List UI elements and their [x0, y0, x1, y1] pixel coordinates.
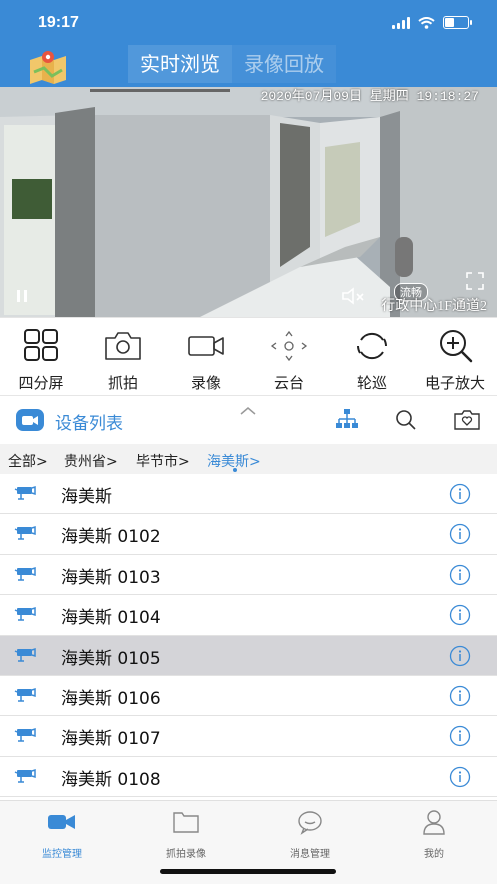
breadcrumb-city[interactable]: 毕节市> — [136, 451, 190, 471]
folder-icon — [173, 812, 199, 833]
info-icon[interactable] — [449, 604, 471, 626]
device-name: 海美斯 0108 — [61, 769, 161, 790]
info-icon[interactable] — [449, 564, 471, 586]
mute-icon[interactable] — [341, 287, 367, 305]
tab-live-view[interactable]: 实时浏览 — [128, 45, 232, 83]
osd-datetime: 2020年07月09日 星期四 19:18:27 — [260, 89, 479, 104]
info-icon[interactable] — [449, 483, 471, 505]
device-list-header: 设备列表 — [0, 395, 497, 444]
tab-profile[interactable]: 我的 — [372, 809, 496, 860]
cellular-signal-icon — [392, 16, 410, 29]
view-mode-segment: 实时浏览 录像回放 — [128, 45, 336, 83]
camera-device-icon — [14, 485, 36, 500]
camera-video-icon — [16, 409, 44, 431]
app-header: 19:17 实时浏览 录像回放 — [0, 0, 497, 87]
user-icon — [423, 810, 445, 835]
camera-device-icon — [14, 687, 36, 702]
wifi-icon — [418, 16, 435, 29]
tab-label: 我的 — [424, 849, 444, 860]
status-icons — [392, 16, 472, 29]
device-list: 海美斯 海美斯 0102 海美斯 0103 海美斯 0104 海美斯 0105 … — [0, 474, 497, 800]
battery-icon — [443, 16, 472, 29]
info-icon[interactable] — [449, 523, 471, 545]
zoom-in-icon — [440, 330, 473, 363]
device-list-title: 设备列表 — [55, 414, 123, 434]
live-video-view[interactable]: 2020年07月09日 星期四 19:18:27 流畅 行政中心1F通道2 — [0, 87, 497, 317]
device-name: 海美斯 0106 — [61, 688, 161, 709]
cycle-icon — [357, 333, 387, 359]
breadcrumb-province[interactable]: 贵州省> — [64, 451, 118, 471]
status-bar: 19:17 — [0, 0, 497, 44]
home-indicator — [160, 869, 336, 874]
tab-label: 监控管理 — [42, 849, 82, 860]
tab-playback[interactable]: 录像回放 — [232, 45, 336, 83]
video-icon — [188, 336, 224, 356]
tab-capture-recording[interactable]: 抓拍录像 — [124, 809, 248, 860]
info-icon[interactable] — [449, 766, 471, 788]
quad-screen-button[interactable]: 四分屏 — [0, 318, 82, 396]
device-row[interactable]: 海美斯 — [0, 474, 497, 515]
osd-channel-name: 行政中心1F通道2 — [381, 299, 487, 314]
camera-device-icon — [14, 647, 36, 662]
chevron-up-icon[interactable] — [239, 406, 257, 416]
digital-zoom-button[interactable]: 电子放大 — [414, 318, 496, 396]
camera-device-icon — [14, 728, 36, 743]
device-name: 海美斯 0102 — [61, 527, 161, 548]
camera-device-icon — [14, 566, 36, 581]
device-row-selected[interactable]: 海美斯 0105 — [0, 635, 497, 676]
snapshot-button[interactable]: 抓拍 — [82, 318, 164, 396]
device-row[interactable]: 海美斯 0103 — [0, 555, 497, 596]
camera-device-icon — [14, 607, 36, 621]
record-button[interactable]: 录像 — [165, 318, 247, 396]
tab-label: 消息管理 — [290, 849, 330, 860]
org-tree-icon[interactable] — [335, 409, 359, 431]
info-icon[interactable] — [449, 725, 471, 747]
record-label: 录像 — [190, 374, 221, 392]
device-row[interactable]: 海美斯 0102 — [0, 514, 497, 555]
device-row[interactable]: 海美斯 0107 — [0, 716, 497, 757]
breadcrumb-active-dot — [233, 468, 237, 472]
device-name: 海美斯 0103 — [61, 567, 161, 588]
monitor-camera-icon — [48, 815, 75, 829]
device-row[interactable]: 海美斯 0108 — [0, 757, 497, 798]
fullscreen-icon[interactable] — [465, 271, 485, 291]
grid-four-icon — [24, 329, 58, 361]
search-icon[interactable] — [395, 409, 417, 431]
info-icon[interactable] — [449, 685, 471, 707]
device-row[interactable]: 海美斯 0104 — [0, 595, 497, 636]
tab-monitor-management[interactable]: 监控管理 — [0, 809, 124, 860]
breadcrumb: 全部> 贵州省> 毕节市> 海美斯> — [0, 444, 497, 474]
control-toolbar: 四分屏 抓拍 录像 云台 轮巡 电子放大 — [0, 317, 497, 396]
snapshot-label: 抓拍 — [107, 374, 138, 392]
pause-icon[interactable] — [16, 289, 28, 303]
info-icon[interactable] — [449, 645, 471, 667]
ptz-icon — [270, 330, 308, 362]
status-time: 19:17 — [38, 14, 79, 31]
device-row[interactable]: 海美斯 0106 — [0, 676, 497, 717]
breadcrumb-all[interactable]: 全部> — [8, 451, 48, 471]
map-icon[interactable] — [28, 50, 68, 84]
tab-label: 抓拍录像 — [166, 849, 206, 860]
ptz-button[interactable]: 云台 — [248, 318, 330, 396]
device-name: 海美斯 — [61, 487, 112, 507]
tab-message-management[interactable]: 消息管理 — [248, 809, 372, 860]
device-name: 海美斯 0104 — [61, 608, 161, 629]
camera-icon — [105, 332, 141, 360]
ptz-label: 云台 — [273, 374, 304, 392]
digital-zoom-label: 电子放大 — [424, 374, 485, 392]
message-icon — [298, 811, 322, 835]
cycle-button[interactable]: 轮巡 — [331, 318, 413, 396]
quad-screen-label: 四分屏 — [18, 374, 64, 392]
camera-device-icon — [14, 526, 36, 541]
device-name: 海美斯 0107 — [61, 729, 161, 750]
device-name: 海美斯 0105 — [61, 648, 161, 669]
camera-device-icon — [14, 768, 36, 783]
favorites-folder-icon[interactable] — [454, 409, 480, 431]
cycle-label: 轮巡 — [356, 374, 387, 392]
